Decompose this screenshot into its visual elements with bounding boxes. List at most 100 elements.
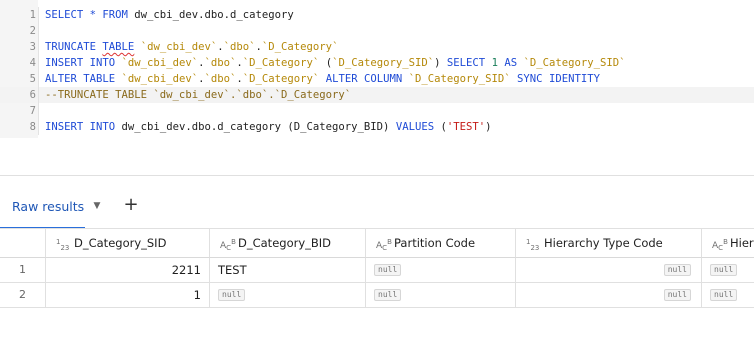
string-type-icon: ACB: [376, 238, 392, 252]
code-text[interactable]: --TRUNCATE TABLE `dw_cbi_dev`.`dbo`.`D_C…: [45, 87, 351, 103]
code-token: `D_Category_SID`: [523, 57, 626, 69]
code-text[interactable]: SELECT * FROM dw_cbi_dev.dbo.d_category: [45, 7, 294, 23]
code-token: ): [434, 57, 447, 69]
code-token: `dw_cbi_dev`: [140, 41, 218, 53]
chevron-down-icon[interactable]: ▼: [90, 198, 104, 214]
column-header-partition-code[interactable]: ACB Partition Code: [366, 229, 516, 258]
code-token: (D_Category_BID): [287, 121, 396, 133]
cell-value: TEST: [218, 263, 247, 277]
code-token: VALUES: [395, 121, 441, 133]
cell-value: 2211: [171, 263, 201, 277]
line-number: 3: [29, 41, 36, 53]
row-number: 1: [0, 258, 46, 283]
integer-type-icon: 123: [526, 238, 540, 252]
table-cell[interactable]: null: [210, 283, 366, 308]
code-token: ): [485, 121, 492, 133]
code-token: `dw_cbi_dev`: [121, 57, 199, 69]
code-token: SYNC IDENTITY: [510, 73, 600, 85]
sql-editor[interactable]: 1 SELECT * FROM dw_cbi_dev.dbo.d_category…: [0, 0, 754, 138]
column-header-d-category-bid[interactable]: ACB D_Category_BID: [210, 229, 366, 258]
gutter-separator: [38, 23, 39, 39]
null-badge: null: [374, 264, 402, 276]
code-token: INSERT INTO: [45, 57, 122, 69]
cell-value: 1: [193, 288, 201, 302]
column-header-label: Hierarchy Type Code: [544, 236, 663, 250]
code-token: ALTER COLUMN: [319, 73, 409, 85]
code-text[interactable]: INSERT INTO `dw_cbi_dev`.`dbo`.`D_Catego…: [45, 55, 626, 71]
gutter-separator: [38, 103, 39, 119]
code-line[interactable]: 4 INSERT INTO `dw_cbi_dev`.`dbo`.`D_Categ…: [0, 55, 754, 71]
code-token: dw_cbi_dev.dbo.d_category: [121, 121, 288, 133]
code-token: (: [319, 57, 333, 69]
gutter-separator: [38, 7, 39, 23]
line-number: 2: [29, 25, 36, 37]
header-corner-cell: [0, 229, 46, 258]
code-token: `D_Category_SID`: [408, 73, 511, 85]
table-cell[interactable]: 2211: [46, 258, 210, 283]
code-token: SELECT: [446, 57, 492, 69]
code-token: INSERT INTO: [45, 121, 122, 133]
code-token: TABLE: [102, 41, 135, 53]
table-cell[interactable]: TEST: [210, 258, 366, 283]
null-badge: null: [710, 289, 738, 301]
line-number: 7: [29, 105, 36, 117]
row-number: 2: [0, 283, 46, 308]
code-line[interactable]: 1 SELECT * FROM dw_cbi_dev.dbo.d_category: [0, 7, 754, 23]
table-cell[interactable]: null: [366, 258, 516, 283]
table-cell[interactable]: null: [702, 258, 754, 283]
column-header-label: Hier: [730, 236, 754, 250]
line-number: 8: [29, 121, 36, 133]
code-text[interactable]: TRUNCATE TABLE `dw_cbi_dev`.`dbo`.`D_Cat…: [45, 39, 338, 55]
code-token: TRUNCATE: [45, 41, 103, 53]
code-line[interactable]: 2: [0, 23, 754, 39]
code-line[interactable]: 8 INSERT INTO dw_cbi_dev.dbo.d_category (…: [0, 119, 754, 135]
column-header-hierarchy-type-code[interactable]: 123 Hierarchy Type Code: [516, 229, 702, 258]
plus-icon[interactable]: +: [122, 195, 140, 215]
null-badge: null: [710, 264, 738, 276]
code-token: ALTER TABLE: [45, 73, 122, 85]
code-token: `dbo`: [204, 73, 237, 85]
null-badge: null: [663, 264, 691, 276]
table-cell[interactable]: null: [516, 283, 702, 308]
table-cell[interactable]: null: [702, 283, 754, 308]
code-token: `D_Category`: [242, 73, 320, 85]
table-cell[interactable]: null: [516, 258, 702, 283]
column-header-label: Partition Code: [394, 236, 476, 250]
null-badge: null: [374, 289, 402, 301]
code-token: `dw_cbi_dev`: [121, 73, 199, 85]
line-number: 5: [29, 73, 36, 85]
code-token: `dbo`: [223, 41, 256, 53]
column-header-d-category-sid[interactable]: 123 D_Category_SID: [46, 229, 210, 258]
table-cell[interactable]: null: [366, 283, 516, 308]
code-line[interactable]: 6 --TRUNCATE TABLE `dw_cbi_dev`.`dbo`.`D_…: [0, 87, 754, 103]
gutter-separator: [38, 87, 39, 103]
integer-type-icon: 123: [56, 238, 70, 252]
code-token: dw_cbi_dev.dbo.d_category: [134, 9, 294, 21]
gutter-separator: [38, 55, 39, 71]
gutter-separator: [38, 71, 39, 87]
code-token: --TRUNCATE TABLE `dw_cbi_dev`.`dbo`.`D_C…: [45, 89, 352, 101]
column-header-label: D_Category_BID: [238, 236, 332, 250]
code-line[interactable]: 5 ALTER TABLE `dw_cbi_dev`.`dbo`.`D_Categ…: [0, 71, 754, 87]
null-badge: null: [218, 289, 246, 301]
code-text[interactable]: ALTER TABLE `dw_cbi_dev`.`dbo`.`D_Catego…: [45, 71, 600, 87]
code-token: `D_Category`: [261, 41, 339, 53]
pane-divider[interactable]: [0, 175, 754, 176]
string-type-icon: ACB: [220, 238, 236, 252]
code-token: `dbo`: [204, 57, 237, 69]
code-line[interactable]: 7: [0, 103, 754, 119]
line-number: 4: [29, 57, 36, 69]
code-token: 'TEST': [446, 121, 486, 133]
code-token: `D_Category`: [242, 57, 320, 69]
table-cell[interactable]: 1: [46, 283, 210, 308]
tab-raw-results[interactable]: Raw results: [12, 197, 84, 219]
code-text[interactable]: INSERT INTO dw_cbi_dev.dbo.d_category (D…: [45, 119, 492, 135]
line-number: 6: [29, 89, 36, 101]
null-badge: null: [663, 289, 691, 301]
code-token: AS: [497, 57, 524, 69]
code-token: SELECT * FROM: [45, 9, 135, 21]
line-number: 1: [29, 9, 36, 21]
column-header-hier[interactable]: ACB Hier: [702, 229, 754, 258]
code-line[interactable]: 3 TRUNCATE TABLE `dw_cbi_dev`.`dbo`.`D_Ca…: [0, 39, 754, 55]
gutter-separator: [38, 39, 39, 55]
